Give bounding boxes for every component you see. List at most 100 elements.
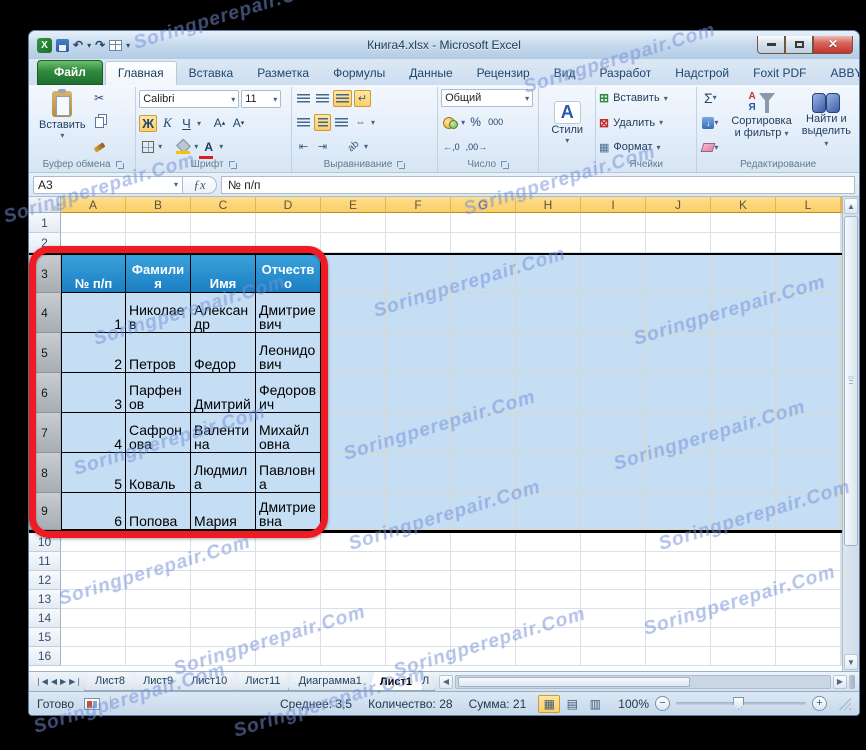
table-cell-D8[interactable]: Павловна bbox=[256, 453, 321, 493]
sort-filter-button[interactable]: АЯ Сортировкаи фильтр ▾ bbox=[726, 88, 796, 157]
cell-K11[interactable] bbox=[711, 552, 776, 571]
row-header-14[interactable]: 14 bbox=[29, 609, 61, 628]
table-cell-C6[interactable]: Дмитрий bbox=[191, 373, 256, 413]
align-top-button[interactable] bbox=[295, 90, 312, 107]
cell-K2[interactable] bbox=[711, 233, 776, 253]
cell-H5[interactable] bbox=[516, 333, 581, 373]
cell-E12[interactable] bbox=[321, 571, 386, 590]
cell-H14[interactable] bbox=[516, 609, 581, 628]
column-header-F[interactable]: F bbox=[386, 197, 451, 213]
cell-J11[interactable] bbox=[646, 552, 711, 571]
row-header-9[interactable]: 9 bbox=[29, 493, 61, 530]
cell-C16[interactable] bbox=[191, 647, 256, 666]
cell-K5[interactable] bbox=[711, 333, 776, 373]
cell-D12[interactable] bbox=[256, 571, 321, 590]
cell-G2[interactable] bbox=[451, 233, 516, 253]
tab-Файл[interactable]: Файл bbox=[37, 60, 103, 85]
normal-view-button[interactable]: ▦ bbox=[538, 695, 560, 713]
font-name-combo[interactable]: Calibri▾ bbox=[139, 90, 239, 108]
cell-L14[interactable] bbox=[776, 609, 841, 628]
cell-E16[interactable] bbox=[321, 647, 386, 666]
cell-C12[interactable] bbox=[191, 571, 256, 590]
table-cell-A5[interactable]: 2 bbox=[61, 333, 126, 373]
format-painter-icon[interactable] bbox=[91, 139, 108, 156]
cell-L5[interactable] bbox=[776, 333, 841, 373]
cell-B2[interactable] bbox=[126, 233, 191, 253]
cell-J15[interactable] bbox=[646, 628, 711, 647]
cell-L2[interactable] bbox=[776, 233, 841, 253]
column-header-H[interactable]: H bbox=[516, 197, 581, 213]
cell-E2[interactable] bbox=[321, 233, 386, 253]
styles-button[interactable]: А Стили ▾ bbox=[546, 98, 588, 148]
cell-E9[interactable] bbox=[321, 493, 386, 530]
cell-F3[interactable] bbox=[386, 255, 451, 293]
cell-B1[interactable] bbox=[126, 213, 191, 233]
cell-J14[interactable] bbox=[646, 609, 711, 628]
cell-F6[interactable] bbox=[386, 373, 451, 413]
cell-K1[interactable] bbox=[711, 213, 776, 233]
table-cell-A9[interactable]: 6 bbox=[61, 493, 126, 530]
cell-A15[interactable] bbox=[61, 628, 126, 647]
cell-A11[interactable] bbox=[61, 552, 126, 571]
cell-D15[interactable] bbox=[256, 628, 321, 647]
cell-L11[interactable] bbox=[776, 552, 841, 571]
column-header-G[interactable]: G bbox=[451, 197, 516, 213]
underline-dropdown-icon[interactable]: ▾ bbox=[197, 119, 201, 128]
table-header-cell-C3[interactable]: Имя bbox=[191, 255, 256, 293]
tab-Надстрой[interactable]: Надстрой bbox=[663, 62, 741, 85]
number-launcher-icon[interactable] bbox=[500, 160, 509, 169]
cell-G13[interactable] bbox=[451, 590, 516, 609]
cell-L12[interactable] bbox=[776, 571, 841, 590]
table-cell-B9[interactable]: Попова bbox=[126, 493, 191, 530]
cell-K10[interactable] bbox=[711, 533, 776, 552]
cell-D16[interactable] bbox=[256, 647, 321, 666]
cell-I2[interactable] bbox=[581, 233, 646, 253]
table-cell-C4[interactable]: Александр bbox=[191, 293, 256, 333]
column-header-K[interactable]: K bbox=[711, 197, 776, 213]
cell-K16[interactable] bbox=[711, 647, 776, 666]
cell-E15[interactable] bbox=[321, 628, 386, 647]
cell-E14[interactable] bbox=[321, 609, 386, 628]
find-select-button[interactable]: Найти ивыделить ▾ bbox=[797, 88, 856, 157]
accounting-format-icon[interactable] bbox=[441, 114, 459, 131]
cell-H4[interactable] bbox=[516, 293, 581, 333]
table-cell-A4[interactable]: 1 bbox=[61, 293, 126, 333]
row-header-4[interactable]: 4 bbox=[29, 293, 61, 333]
macro-record-icon[interactable] bbox=[84, 698, 100, 710]
cell-J1[interactable] bbox=[646, 213, 711, 233]
cell-I10[interactable] bbox=[581, 533, 646, 552]
cell-G3[interactable] bbox=[451, 255, 516, 293]
cell-F8[interactable] bbox=[386, 453, 451, 493]
sheet-tab-Лист1[interactable]: Лист1 bbox=[369, 672, 423, 691]
column-header-L[interactable]: L bbox=[776, 197, 841, 213]
cell-G6[interactable] bbox=[451, 373, 516, 413]
cell-I7[interactable] bbox=[581, 413, 646, 453]
table-cell-B6[interactable]: Парфенов bbox=[126, 373, 191, 413]
close-button[interactable]: ✕ bbox=[813, 36, 853, 54]
table-cell-C5[interactable]: Федор bbox=[191, 333, 256, 373]
cell-F13[interactable] bbox=[386, 590, 451, 609]
cell-H9[interactable] bbox=[516, 493, 581, 530]
cell-G10[interactable] bbox=[451, 533, 516, 552]
cell-J3[interactable] bbox=[646, 255, 711, 293]
tab-Главная[interactable]: Главная bbox=[105, 61, 177, 85]
horizontal-scrollbar[interactable]: ◀ ▶ bbox=[435, 672, 859, 691]
cell-B13[interactable] bbox=[126, 590, 191, 609]
undo-dropdown-icon[interactable]: ▾ bbox=[87, 41, 91, 50]
cell-C2[interactable] bbox=[191, 233, 256, 253]
row-header-8[interactable]: 8 bbox=[29, 453, 61, 493]
last-sheet-icon[interactable]: ▶❘ bbox=[69, 677, 82, 686]
sheet-tab-Диаграмма1[interactable]: Диаграмма1 bbox=[288, 672, 373, 691]
cell-G12[interactable] bbox=[451, 571, 516, 590]
cell-L16[interactable] bbox=[776, 647, 841, 666]
table-header-cell-D3[interactable]: Отчество bbox=[256, 255, 321, 293]
zoom-slider[interactable] bbox=[676, 702, 806, 705]
tab-Рецензир[interactable]: Рецензир bbox=[465, 62, 542, 85]
cell-I4[interactable] bbox=[581, 293, 646, 333]
excel-app-icon[interactable]: X bbox=[37, 38, 52, 53]
cell-F10[interactable] bbox=[386, 533, 451, 552]
formula-input[interactable]: № п/п bbox=[221, 176, 855, 194]
scroll-left-icon[interactable]: ◀ bbox=[439, 675, 453, 689]
cell-H7[interactable] bbox=[516, 413, 581, 453]
cell-D14[interactable] bbox=[256, 609, 321, 628]
